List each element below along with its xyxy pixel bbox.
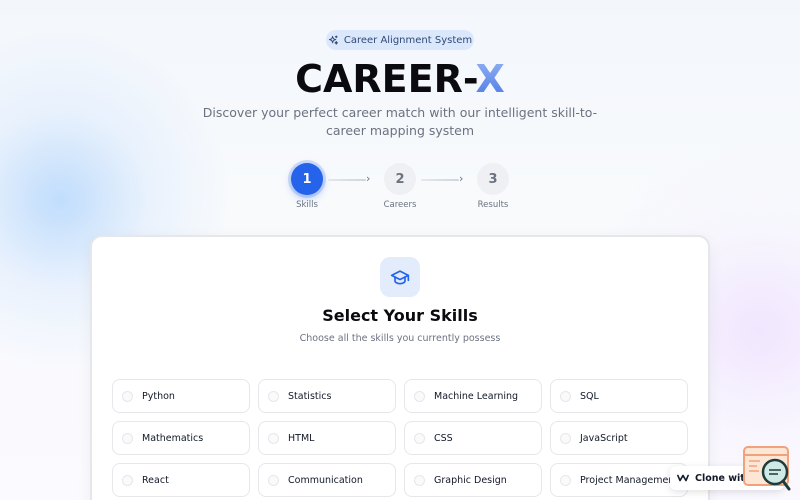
step-label: Results	[477, 200, 509, 210]
step-label: Skills	[296, 200, 318, 210]
skill-option-css[interactable]: CSS	[404, 421, 542, 455]
radio-indicator	[122, 474, 133, 486]
page-subtitle: Discover your perfect career match with …	[202, 105, 598, 138]
title-accent: X	[475, 57, 505, 101]
radio-indicator	[122, 432, 133, 444]
skill-label: CSS	[434, 432, 453, 444]
step-connector	[328, 179, 366, 181]
skill-label: Python	[142, 390, 175, 402]
radio-indicator	[560, 474, 571, 486]
progress-stepper: 1 Skills › 2 Careers › 3 Results	[0, 163, 800, 213]
radio-indicator	[414, 390, 425, 402]
radio-indicator	[560, 432, 571, 444]
radio-indicator	[560, 390, 571, 402]
skill-label: Machine Learning	[434, 390, 519, 402]
step-results[interactable]: 3 Results	[463, 163, 523, 210]
step-number: 1	[291, 163, 323, 195]
skill-option-sql[interactable]: SQL	[550, 379, 688, 413]
page-title: CAREER-X	[0, 56, 800, 102]
skill-label: Statistics	[288, 390, 332, 402]
title-main: CAREER-	[295, 57, 476, 101]
skills-grid: Python Statistics Machine Learning SQL M…	[112, 379, 688, 497]
radio-indicator	[268, 432, 279, 444]
skill-option-mathematics[interactable]: Mathematics	[112, 421, 250, 455]
skill-option-html[interactable]: HTML	[258, 421, 396, 455]
radio-indicator	[268, 474, 279, 486]
skill-label: Project Management	[580, 474, 679, 486]
radio-indicator	[122, 390, 133, 402]
skill-option-graphic-design[interactable]: Graphic Design	[404, 463, 542, 497]
skill-label: SQL	[580, 390, 599, 402]
card-title: Select Your Skills	[322, 306, 478, 325]
radio-indicator	[414, 474, 425, 486]
skill-label: HTML	[288, 432, 315, 444]
skill-label: Mathematics	[142, 432, 204, 444]
card-subtitle: Choose all the skills you currently poss…	[299, 333, 501, 344]
skill-label: React	[142, 474, 169, 486]
skill-label: Communication	[288, 474, 363, 486]
step-connector	[421, 179, 459, 181]
sparkles-icon	[328, 34, 338, 45]
step-careers[interactable]: 2 Careers	[370, 163, 430, 210]
badge-label: Career Alignment System	[343, 34, 473, 46]
radio-indicator	[414, 432, 425, 444]
mascot-icon[interactable]	[742, 444, 792, 494]
skills-card: Select Your Skills Choose all the skills…	[90, 235, 710, 500]
skill-label: Graphic Design	[434, 474, 507, 486]
skill-option-react[interactable]: React	[112, 463, 250, 497]
skill-option-project-management[interactable]: Project Management	[550, 463, 688, 497]
wave-logo-icon	[677, 474, 689, 482]
graduation-cap-icon	[380, 257, 420, 297]
skill-option-python[interactable]: Python	[112, 379, 250, 413]
radio-indicator	[268, 390, 279, 402]
step-number: 3	[477, 163, 509, 195]
career-alignment-badge: Career Alignment System	[326, 30, 474, 50]
skill-option-communication[interactable]: Communication	[258, 463, 396, 497]
step-skills[interactable]: 1 Skills	[277, 163, 337, 210]
step-number: 2	[384, 163, 416, 195]
skill-label: JavaScript	[580, 432, 628, 444]
skill-option-machine-learning[interactable]: Machine Learning	[404, 379, 542, 413]
step-label: Careers	[383, 200, 417, 210]
skill-option-statistics[interactable]: Statistics	[258, 379, 396, 413]
skill-option-javascript[interactable]: JavaScript	[550, 421, 688, 455]
